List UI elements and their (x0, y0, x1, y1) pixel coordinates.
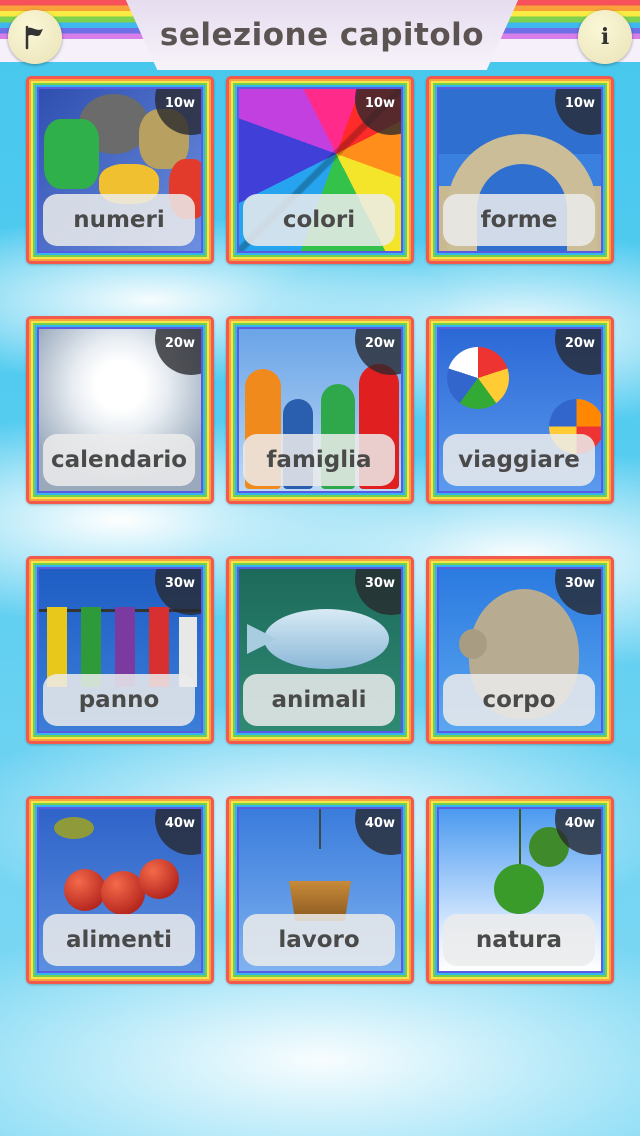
chapter-label-pill: animali (243, 674, 395, 726)
word-count-text: 10w (164, 96, 195, 111)
chapter-image: 10w colori (239, 89, 401, 251)
chapter-label-pill: natura (443, 914, 595, 966)
chapter-label: colori (282, 207, 356, 233)
chapter-tile-animali[interactable]: 30w animali (226, 556, 414, 744)
chapter-label-pill: panno (43, 674, 195, 726)
chapter-grid: 10w numeri 10w colori 10w forme 20w cale… (0, 0, 640, 1136)
chapter-label-pill: corpo (443, 674, 595, 726)
word-count-text: 40w (564, 816, 595, 831)
chapter-image: 40w alimenti (39, 809, 201, 971)
chapter-tile-lavoro[interactable]: 40w lavoro (226, 796, 414, 984)
word-count-text: 10w (564, 96, 595, 111)
chapter-image: 30w animali (239, 569, 401, 731)
chapter-tile-numeri[interactable]: 10w numeri (26, 76, 214, 264)
chapter-label: panno (78, 687, 160, 713)
chapter-label: corpo (482, 687, 556, 713)
chapter-image: 20w famiglia (239, 329, 401, 491)
chapter-label: viaggiare (458, 447, 580, 473)
chapter-label-pill: viaggiare (443, 434, 595, 486)
chapter-tile-calendario[interactable]: 20w calendario (26, 316, 214, 504)
chapter-label-pill: lavoro (243, 914, 395, 966)
chapter-label: lavoro (278, 927, 360, 953)
chapter-tile-viaggiare[interactable]: 20w viaggiare (426, 316, 614, 504)
word-count-text: 40w (164, 816, 195, 831)
chapter-tile-natura[interactable]: 40w natura (426, 796, 614, 984)
chapter-image: 30w panno (39, 569, 201, 731)
chapter-label: natura (475, 927, 563, 953)
chapter-tile-panno[interactable]: 30w panno (26, 556, 214, 744)
word-count-text: 30w (364, 576, 395, 591)
chapter-tile-alimenti[interactable]: 40w alimenti (26, 796, 214, 984)
word-count-text: 30w (564, 576, 595, 591)
chapter-label-pill: calendario (43, 434, 195, 486)
chapter-label: alimenti (65, 927, 173, 953)
word-count-text: 20w (164, 336, 195, 351)
chapter-tile-colori[interactable]: 10w colori (226, 76, 414, 264)
word-count-text: 40w (364, 816, 395, 831)
chapter-label: forme (480, 207, 558, 233)
word-count-text: 30w (164, 576, 195, 591)
chapter-image: 40w lavoro (239, 809, 401, 971)
chapter-image: 10w numeri (39, 89, 201, 251)
chapter-image: 20w viaggiare (439, 329, 601, 491)
word-count-text: 20w (364, 336, 395, 351)
chapter-tile-famiglia[interactable]: 20w famiglia (226, 316, 414, 504)
chapter-tile-corpo[interactable]: 30w corpo (426, 556, 614, 744)
chapter-label-pill: colori (243, 194, 395, 246)
chapter-label: numeri (73, 207, 165, 233)
chapter-label-pill: alimenti (43, 914, 195, 966)
chapter-image: 20w calendario (39, 329, 201, 491)
chapter-tile-forme[interactable]: 10w forme (426, 76, 614, 264)
word-count-text: 20w (564, 336, 595, 351)
chapter-image: 30w corpo (439, 569, 601, 731)
chapter-label-pill: numeri (43, 194, 195, 246)
word-count-text: 10w (364, 96, 395, 111)
chapter-image: 40w natura (439, 809, 601, 971)
chapter-label: famiglia (266, 447, 372, 473)
chapter-label: calendario (50, 447, 188, 473)
chapter-label-pill: forme (443, 194, 595, 246)
chapter-image: 10w forme (439, 89, 601, 251)
chapter-label-pill: famiglia (243, 434, 395, 486)
chapter-label: animali (271, 687, 367, 713)
